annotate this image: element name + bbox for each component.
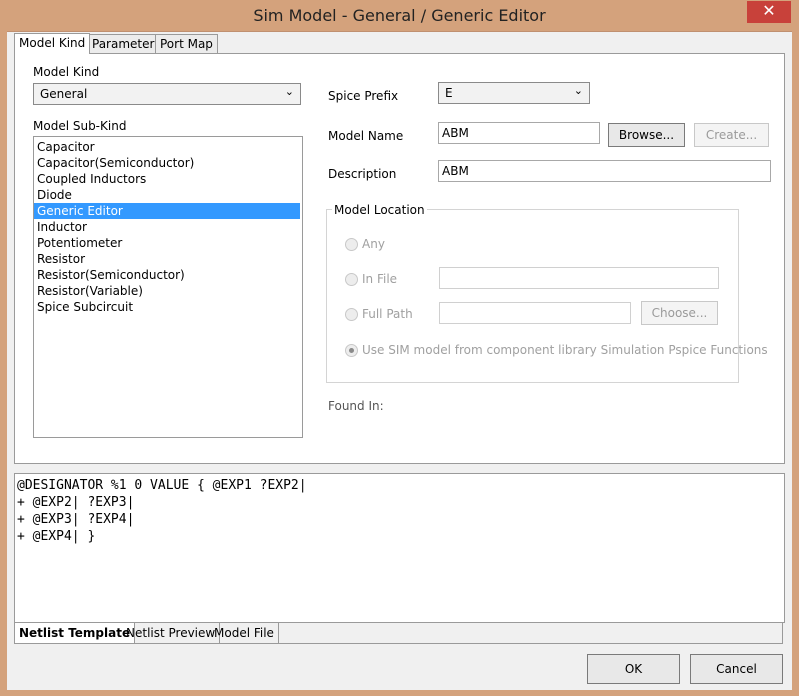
found-in-label: Found In: [328, 399, 384, 413]
chevron-down-icon: ⌄ [284, 85, 294, 98]
model-kind-select[interactable]: General ⌄ [33, 83, 301, 105]
ok-button[interactable]: OK [587, 654, 680, 684]
window-frame-left [0, 31, 7, 696]
spice-prefix-select[interactable]: E ⌄ [438, 82, 590, 104]
list-item[interactable]: Resistor(Semiconductor) [34, 267, 300, 283]
any-label: Any [362, 237, 385, 251]
list-item[interactable]: Potentiometer [34, 235, 300, 251]
model-name-label: Model Name [328, 129, 404, 143]
title-bar[interactable]: Sim Model - General / Generic Editor ✕ [0, 0, 799, 32]
code-line: + @EXP2| ?EXP3| [17, 495, 135, 510]
bottom-tab-strip: Netlist Template Netlist Preview Model F… [14, 622, 783, 644]
spice-prefix-label: Spice Prefix [328, 89, 399, 103]
code-line: + @EXP3| ?EXP4| [17, 512, 135, 527]
window-frame-right [792, 31, 799, 696]
any-radio[interactable] [345, 238, 358, 251]
list-item[interactable]: Capacitor(Semiconductor) [34, 155, 300, 171]
in-file-input[interactable] [439, 267, 719, 289]
sim-model-dialog: Sim Model - General / Generic Editor ✕ M… [0, 0, 799, 696]
window-title: Sim Model - General / Generic Editor [253, 6, 546, 25]
use-sim-radio[interactable] [345, 344, 358, 357]
tab-model-kind[interactable]: Model Kind [14, 33, 91, 54]
tab-port-map[interactable]: Port Map [155, 34, 218, 53]
description-input[interactable]: ABM [438, 160, 771, 182]
close-icon[interactable]: ✕ [747, 1, 791, 23]
model-location-title: Model Location [332, 203, 427, 217]
chevron-down-icon: ⌄ [573, 84, 583, 97]
model-sub-kind-list[interactable]: Capacitor Capacitor(Semiconductor) Coupl… [33, 136, 303, 438]
code-line: @DESIGNATOR %1 0 VALUE { @EXP1 ?EXP2| [17, 478, 307, 493]
radio-selected-dot [349, 348, 354, 353]
list-item[interactable]: Resistor [34, 251, 300, 267]
model-name-input[interactable]: ABM [438, 122, 600, 144]
in-file-label: In File [362, 272, 398, 286]
list-item[interactable]: Inductor [34, 219, 300, 235]
window-frame-bottom [0, 690, 799, 696]
browse-button[interactable]: Browse... [608, 123, 685, 147]
tab-parameters[interactable]: Parameters [87, 34, 166, 53]
list-item-selected[interactable]: Generic Editor [34, 203, 300, 219]
tab-model-file[interactable]: Model File [210, 623, 279, 643]
choose-button[interactable]: Choose... [641, 301, 718, 325]
list-item[interactable]: Capacitor [34, 139, 300, 155]
in-file-radio[interactable] [345, 273, 358, 286]
netlist-template-editor[interactable]: @DESIGNATOR %1 0 VALUE { @EXP1 ?EXP2| + … [14, 473, 785, 623]
full-path-radio[interactable] [345, 308, 358, 321]
spice-prefix-value: E [445, 86, 453, 100]
description-label: Description [328, 167, 397, 181]
code-line: + @EXP4| } [17, 529, 96, 544]
full-path-input[interactable] [439, 302, 631, 324]
cancel-button[interactable]: Cancel [690, 654, 783, 684]
list-item[interactable]: Diode [34, 187, 300, 203]
list-item[interactable]: Spice Subcircuit [34, 299, 300, 315]
list-item[interactable]: Resistor(Variable) [34, 283, 300, 299]
model-kind-label: Model Kind [33, 65, 100, 79]
create-button[interactable]: Create... [694, 123, 769, 147]
model-kind-value: General [40, 87, 88, 101]
use-sim-label: Use SIM model from component library Sim… [362, 343, 768, 357]
model-sub-kind-label: Model Sub-Kind [33, 119, 127, 133]
list-item[interactable]: Coupled Inductors [34, 171, 300, 187]
tab-netlist-preview[interactable]: Netlist Preview [122, 623, 221, 643]
full-path-label: Full Path [362, 307, 413, 321]
tab-netlist-template[interactable]: Netlist Template [15, 623, 136, 643]
